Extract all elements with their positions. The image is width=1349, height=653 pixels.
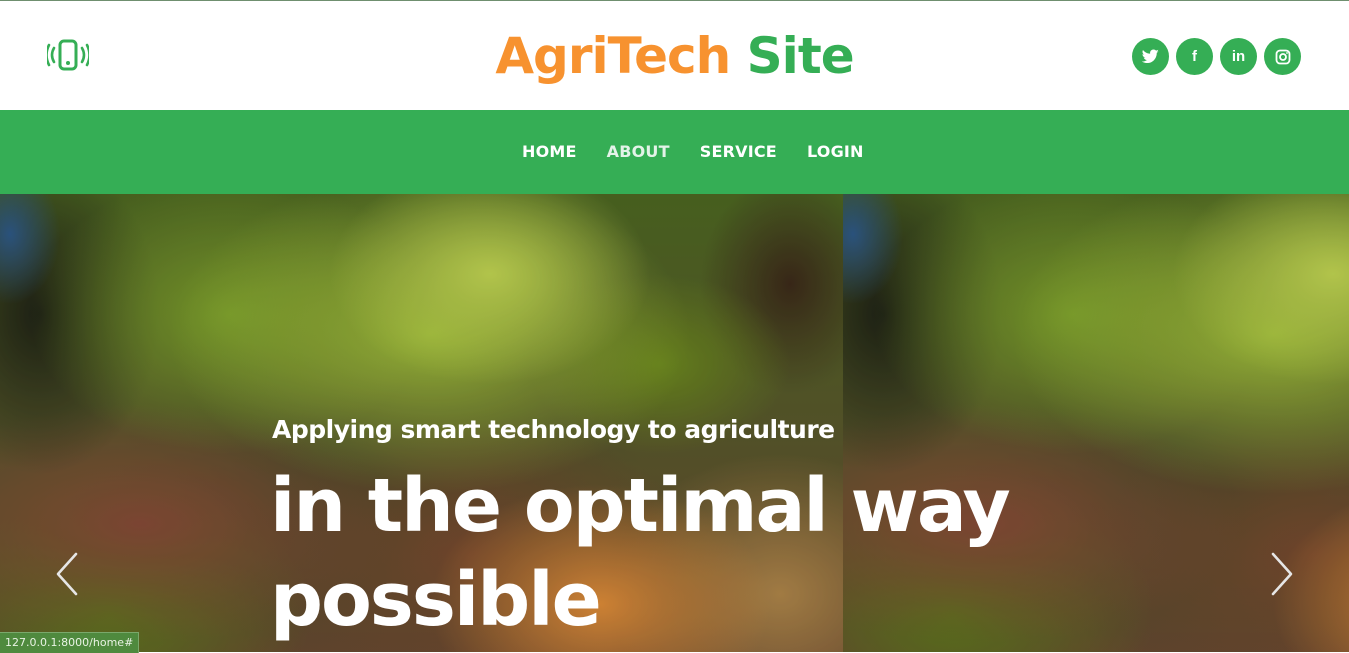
linkedin-link[interactable]: in: [1220, 38, 1257, 75]
chevron-right-icon[interactable]: [1267, 550, 1297, 598]
hero-carousel: Applying smart technology to agriculture…: [0, 194, 1349, 652]
twitter-icon: [1142, 49, 1159, 64]
site-header: AgriTech Site f in: [0, 1, 1349, 110]
site-title-part1: AgriTech: [495, 27, 731, 85]
instagram-icon: [1275, 49, 1291, 65]
social-links: f in: [1132, 38, 1301, 75]
chevron-left-icon[interactable]: [52, 550, 82, 598]
site-title-part2: Site: [746, 27, 855, 85]
hero-subtitle: Applying smart technology to agriculture: [272, 415, 835, 444]
nav-item-login[interactable]: LOGIN: [807, 142, 864, 162]
linkedin-icon: in: [1231, 48, 1246, 65]
nav-item-about[interactable]: ABOUT: [607, 142, 670, 162]
twitter-link[interactable]: [1132, 38, 1169, 75]
facebook-icon: f: [1192, 48, 1197, 65]
nav-item-service[interactable]: SERVICE: [700, 142, 777, 162]
browser-status-url: 127.0.0.1:8000/home#: [0, 632, 140, 653]
nav-item-home[interactable]: HOME: [522, 142, 577, 162]
nav-list: HOME ABOUT SERVICE LOGIN: [522, 142, 864, 162]
facebook-link[interactable]: f: [1176, 38, 1213, 75]
main-navbar: HOME ABOUT SERVICE LOGIN: [0, 110, 1349, 194]
hero-title: in the optimal way possible: [270, 463, 1011, 643]
instagram-link[interactable]: [1264, 38, 1301, 75]
